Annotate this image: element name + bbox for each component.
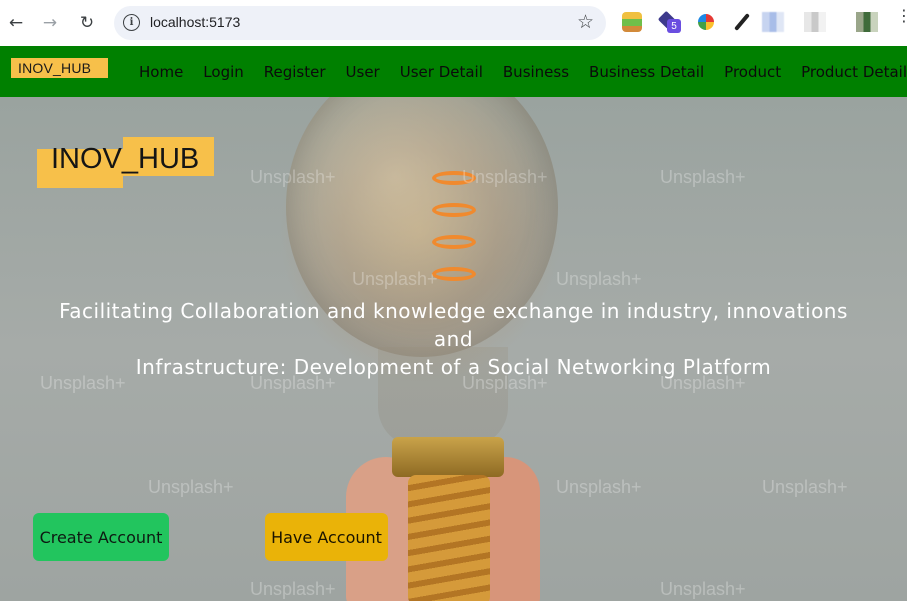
hero-tagline: Facilitating Collaboration and knowledge… [40,297,867,381]
watermark: Unsplash+ [660,167,746,187]
browser-toolbar: ← → ↻ i localhost:5173 ☆ 5 ⋮ [0,0,907,46]
tagline-line-2: Infrastructure: Development of a Social … [135,355,772,379]
nav-link-register[interactable]: Register [264,63,326,81]
back-icon[interactable]: ← [4,11,28,35]
extension-icon[interactable] [762,12,784,32]
url-text[interactable]: localhost:5173 [150,14,240,30]
nav-link-home[interactable]: Home [139,63,183,81]
nav-link-user-detail[interactable]: User Detail [400,63,483,81]
navbar-brand[interactable]: INOV_HUB [11,58,108,78]
bookmark-star-icon[interactable]: ☆ [577,11,594,33]
extension-icon[interactable] [804,12,826,32]
nav-links: Home Login Register User User Detail Bus… [139,63,907,81]
watermark: Unsplash+ [250,167,336,187]
extension-badge: 5 [667,19,681,33]
eyedropper-extension-icon[interactable] [731,12,751,32]
forward-icon[interactable]: → [38,11,62,35]
address-bar[interactable]: i localhost:5173 ☆ [114,6,606,40]
hero-brand-text: INOV_HUB [51,143,200,175]
profile-avatar[interactable] [856,12,878,32]
menu-icon[interactable]: ⋮ [896,8,907,24]
nav-link-user[interactable]: User [346,63,380,81]
app-navbar: INOV_HUB Home Login Register User User D… [0,46,907,97]
extension-icon[interactable]: 5 [657,10,681,33]
bulb-base-image [408,475,490,601]
tagline-line-1: Facilitating Collaboration and knowledge… [59,299,848,351]
watermark: Unsplash+ [660,579,746,599]
nav-link-product[interactable]: Product [724,63,781,81]
watermark: Unsplash+ [352,269,438,289]
watermark: Unsplash+ [250,579,336,599]
site-info-icon[interactable]: i [123,14,140,31]
watermark: Unsplash+ [762,477,848,497]
create-account-button[interactable]: Create Account [33,513,169,561]
watermark: Unsplash+ [148,477,234,497]
extension-icon[interactable] [622,12,642,32]
nav-link-login[interactable]: Login [203,63,243,81]
watermark: Unsplash+ [556,269,642,289]
color-wheel-extension-icon[interactable] [698,14,714,30]
nav-link-business-detail[interactable]: Business Detail [589,63,704,81]
watermark: Unsplash+ [556,477,642,497]
hero-brand: INOV_HUB [37,137,214,189]
hero-section: Unsplash+ Unsplash+ Unsplash+ Unsplash+ … [0,97,907,601]
nav-link-product-detail[interactable]: Product Detail [801,63,907,81]
watermark: Unsplash+ [462,167,548,187]
navbar-brand-text: INOV_HUB [18,60,92,76]
nav-link-business[interactable]: Business [503,63,569,81]
reload-icon[interactable]: ↻ [75,11,99,35]
have-account-button[interactable]: Have Account [265,513,388,561]
